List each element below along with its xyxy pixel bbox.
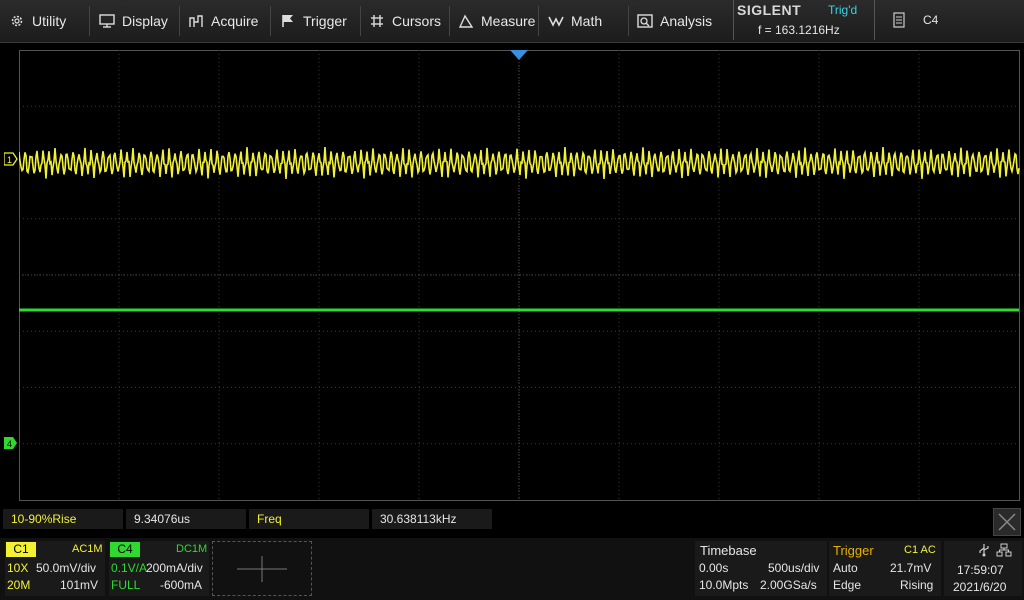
analysis-icon [636,12,654,30]
ch1-tag: C1 [6,542,36,557]
measure-freq-value: 30.638113kHz [372,509,492,529]
ch4-coupling: DC1M [176,543,208,555]
ch1-offset-marker[interactable]: 1 [4,152,18,166]
trigger-slope: Rising [900,578,934,592]
menu-trigger[interactable]: Trigger [279,0,347,42]
menu-analysis[interactable]: Analysis [636,0,712,42]
timebase-memory: 10.0Mpts [699,578,749,592]
flag-icon [279,12,297,30]
ch4-marker-label: 4 [7,439,12,449]
acquire-icon [187,12,205,30]
ch1-bandwidth: 20M [7,578,31,592]
ch1-probe: 10X [7,561,29,575]
menu-acquire[interactable]: Acquire [187,0,258,42]
menu-math-label: Math [571,13,603,29]
document-icon[interactable] [893,12,905,28]
menu-display-label: Display [122,13,168,29]
ch1-scale: 50.0mV/div [36,561,97,575]
menu-divider [89,6,90,36]
trigger-mode: Auto [833,561,858,575]
ch4-offset: -600mA [160,578,203,592]
close-measure-button[interactable] [993,508,1021,536]
monitor-icon [98,12,116,30]
close-icon [998,513,1016,531]
frequency-readout: f = 163.1216Hz [758,23,840,37]
menu-display[interactable]: Display [98,0,168,42]
menu-divider [449,6,450,36]
ch1-marker-label: 1 [7,155,12,165]
timebase-delay: 0.00s [699,561,729,575]
active-channel-label: C4 [923,13,939,27]
clock-time: 17:59:07 [957,563,1004,577]
gear-icon [8,12,26,30]
timebase-title: Timebase [700,543,757,558]
math-icon [547,12,565,30]
trigger-source: C1 AC [904,544,936,556]
menu-measure-label: Measure [481,13,536,29]
menu-math[interactable]: Math [547,0,602,42]
measure-rise-label[interactable]: 10-90%Rise [3,509,123,529]
clock-date: 2021/6/20 [953,580,1007,594]
menu-cursors-label: Cursors [392,13,442,29]
menu-acquire-label: Acquire [211,13,259,29]
ch1-coupling: AC1M [72,543,103,555]
trigger-status: Trig'd [828,3,858,17]
menu-trigger-label: Trigger [303,13,347,29]
timebase-sample-rate: 2.00GSa/s [760,578,817,592]
menu-divider [360,6,361,36]
plus-icon [237,556,287,582]
menu-measure[interactable]: Measure [457,0,535,42]
menu-cursors[interactable]: Cursors [368,0,441,42]
trigger-type: Edge [833,578,862,592]
trigger-level: 21.7mV [890,561,932,575]
ch4-bandwidth: FULL [111,578,141,592]
timebase-scale: 500us/div [768,561,820,575]
ch4-probe: 0.1V/A [111,561,148,575]
network-icon [996,543,1012,557]
ch4-tag: C4 [110,542,140,557]
trigger-position-marker[interactable] [510,50,528,60]
brand-logo: SIGLENT [737,2,802,18]
crosshair-icon [368,12,386,30]
add-channel-slot[interactable] [212,541,312,596]
menu-analysis-label: Analysis [660,13,713,29]
menu-divider [628,6,629,36]
menu-divider [179,6,180,36]
menu-divider [270,6,271,36]
menu-divider [538,6,539,36]
waveform-display[interactable] [19,50,1020,501]
measure-icon [457,12,475,30]
menu-utility-label: Utility [32,13,67,29]
ch1-offset: 101mV [60,578,99,592]
menu-utility[interactable]: Utility [8,0,66,42]
trigger-title: Trigger [833,543,874,558]
measure-freq-label[interactable]: Freq [249,509,369,529]
ch4-offset-marker[interactable]: 4 [4,436,18,450]
ch4-scale: 200mA/div [146,561,203,575]
usb-icon [979,544,989,557]
measure-rise-value: 9.34076us [126,509,246,529]
